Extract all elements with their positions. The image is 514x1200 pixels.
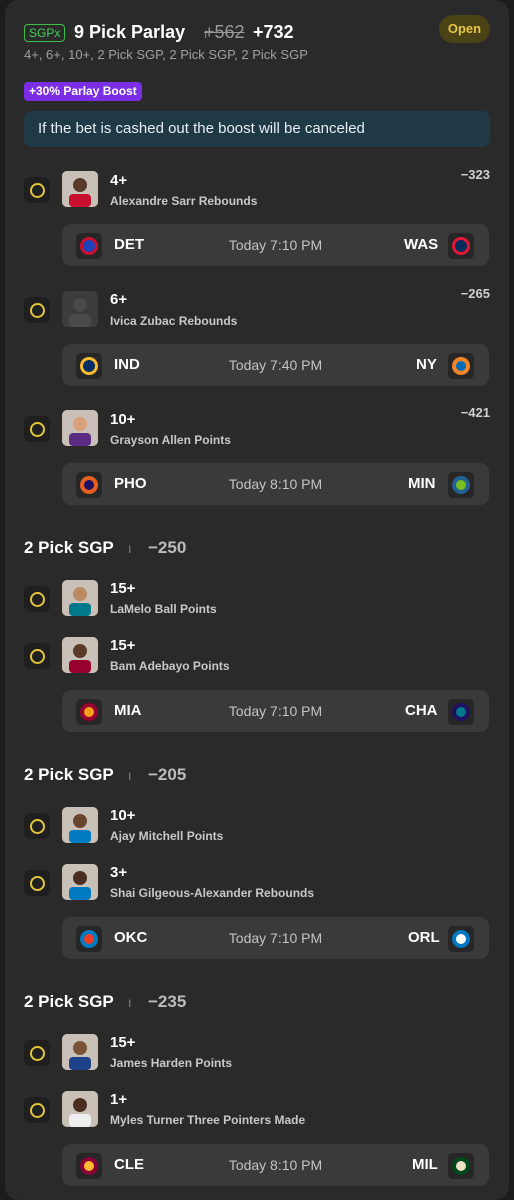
player-placeholder-icon: [62, 291, 98, 327]
original-odds: +562: [204, 22, 245, 42]
sgp-title: 2 Pick SGP: [24, 992, 114, 1011]
away-team: MIN: [408, 475, 436, 492]
pick-price: −323: [460, 167, 490, 182]
pending-circle-icon: [30, 183, 45, 198]
away-team: NY: [416, 356, 437, 373]
pending-circle-icon: [30, 876, 45, 891]
player-avatar: [62, 807, 98, 843]
sgp-separator: I: [128, 544, 132, 556]
game-row: DET Today 7:10 PM WAS: [62, 224, 489, 266]
boost-badge: +30% Parlay Boost: [24, 82, 142, 101]
pick-market: Ivica Zubac Rebounds: [110, 314, 238, 328]
leg-line: 3+: [110, 864, 128, 881]
leg-line: 15+: [110, 637, 136, 654]
leg-status: [24, 1040, 50, 1066]
player-headshot-icon: [62, 807, 98, 843]
timberwolves-logo-icon: [448, 472, 474, 498]
sgp-header: 2 Pick SGP I −250: [24, 538, 186, 558]
wizards-logo-icon: [448, 233, 474, 259]
pick-market: Grayson Allen Points: [110, 433, 231, 447]
game-row: MIA Today 7:10 PM CHA: [62, 690, 489, 732]
game-row: IND Today 7:40 PM NY: [62, 344, 489, 386]
leg-market: Myles Turner Three Pointers Made: [110, 1113, 306, 1127]
leg-status: [24, 586, 50, 612]
leg-market: LaMelo Ball Points: [110, 602, 217, 616]
leg-line: 15+: [110, 1034, 136, 1051]
leg-status: [24, 1097, 50, 1123]
player-headshot-icon: [62, 1034, 98, 1070]
leg-market: Bam Adebayo Points: [110, 659, 230, 673]
away-team: CHA: [405, 702, 438, 719]
player-avatar: [62, 580, 98, 616]
player-headshot-icon: [62, 864, 98, 900]
game-row: CLE Today 8:10 PM MIL: [62, 1144, 489, 1186]
sgp-title: 2 Pick SGP: [24, 538, 114, 557]
parlay-title: 9 Pick Parlay I: [74, 22, 207, 43]
player-avatar: [62, 291, 98, 327]
pending-circle-icon: [30, 1103, 45, 1118]
pending-circle-icon: [30, 649, 45, 664]
hornets-logo-icon: [448, 699, 474, 725]
player-headshot-icon: [62, 637, 98, 673]
boosted-odds: +732: [253, 22, 294, 42]
pick-market: Alexandre Sarr Rebounds: [110, 194, 258, 208]
pending-circle-icon: [30, 422, 45, 437]
knicks-logo-icon: [448, 353, 474, 379]
player-headshot-icon: [62, 171, 98, 207]
pick-status: [24, 297, 50, 323]
game-row: PHO Today 8:10 PM MIN: [62, 463, 489, 505]
player-headshot-icon: [62, 580, 98, 616]
pick-status: [24, 416, 50, 442]
player-avatar: [62, 171, 98, 207]
magic-logo-icon: [448, 926, 474, 952]
player-avatar: [62, 637, 98, 673]
leg-market: Ajay Mitchell Points: [110, 829, 224, 843]
sgp-title: 2 Pick SGP: [24, 765, 114, 784]
sgp-separator: I: [128, 998, 132, 1010]
pending-circle-icon: [30, 819, 45, 834]
sgp-odds: −205: [148, 765, 187, 784]
parlay-title-text: 9 Pick Parlay: [74, 22, 186, 42]
cashout-notice: If the bet is cashed out the boost will …: [24, 111, 490, 147]
pending-circle-icon: [30, 1046, 45, 1061]
leg-status: [24, 870, 50, 896]
player-avatar: [62, 1034, 98, 1070]
game-row: OKC Today 7:10 PM ORL: [62, 917, 489, 959]
pick-line: 4+: [110, 172, 128, 189]
leg-status: [24, 643, 50, 669]
player-headshot-icon: [62, 410, 98, 446]
sgp-header: 2 Pick SGP I −205: [24, 765, 186, 785]
player-avatar: [62, 410, 98, 446]
pending-circle-icon: [30, 303, 45, 318]
sgp-separator: I: [128, 771, 132, 783]
pick-status: [24, 177, 50, 203]
sgpx-badge: SGPx: [24, 24, 66, 42]
away-team: WAS: [404, 236, 439, 253]
pick-price: −265: [460, 286, 490, 301]
sgp-odds: −235: [148, 992, 187, 1011]
player-headshot-icon: [62, 1091, 98, 1127]
away-team: ORL: [408, 929, 440, 946]
away-team: MIL: [412, 1156, 438, 1173]
pending-circle-icon: [30, 592, 45, 607]
leg-market: Shai Gilgeous-Alexander Rebounds: [110, 886, 315, 900]
leg-market: James Harden Points: [110, 1056, 233, 1070]
pick-price: −421: [460, 405, 490, 420]
sgp-header: 2 Pick SGP I −235: [24, 992, 186, 1012]
pick-line: 6+: [110, 291, 128, 308]
status-badge: Open: [439, 15, 490, 43]
pick-line: 10+: [110, 411, 136, 428]
bucks-logo-icon: [448, 1153, 474, 1179]
player-avatar: [62, 1091, 98, 1127]
leg-line: 15+: [110, 580, 136, 597]
player-avatar: [62, 864, 98, 900]
sgp-odds: −250: [148, 538, 187, 557]
cashout-notice-text: If the bet is cashed out the boost will …: [38, 120, 365, 137]
leg-line: 1+: [110, 1091, 128, 1108]
parlay-summary: 4+, 6+, 10+, 2 Pick SGP, 2 Pick SGP, 2 P…: [24, 47, 308, 62]
leg-line: 10+: [110, 807, 136, 824]
leg-status: [24, 813, 50, 839]
